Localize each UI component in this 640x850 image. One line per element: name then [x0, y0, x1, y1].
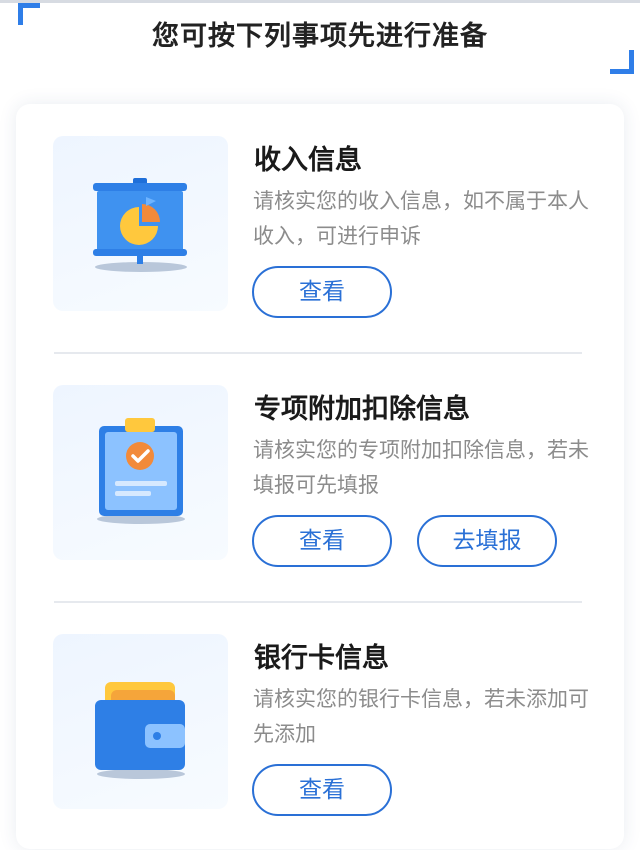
card-title: 收入信息 — [254, 145, 362, 176]
go-fill-report-button[interactable]: 去填报 — [417, 515, 557, 567]
presentation-pie-chart-icon — [53, 136, 228, 311]
card-title: 专项附加扣除信息 — [254, 394, 470, 425]
corner-bracket-bottom-right — [610, 50, 634, 74]
special-deduction-card: 专项附加扣除信息 请核实您的专项附加扣除信息，若未填报可先填报 查看 去填报 — [16, 353, 624, 601]
view-deduction-button[interactable]: 查看 — [252, 515, 392, 567]
card-description: 请核实您的专项附加扣除信息，若未填报可先填报 — [253, 438, 589, 497]
top-border-line — [0, 0, 640, 3]
preparation-items-panel: 收入信息 请核实您的收入信息，如不属于本人收入，可进行申诉 查看 专项附加扣除信… — [16, 104, 624, 849]
wallet-card-icon — [53, 634, 228, 809]
card-description: 请核实您的银行卡信息，若未添加可先添加 — [253, 687, 589, 746]
card-title: 银行卡信息 — [254, 643, 389, 674]
income-info-card: 收入信息 请核实您的收入信息，如不属于本人收入，可进行申诉 查看 — [16, 104, 624, 352]
card-description: 请核实您的收入信息，如不属于本人收入，可进行申诉 — [253, 189, 589, 248]
page-title: 您可按下列事项先进行准备 — [152, 21, 488, 52]
bank-card-info-card: 银行卡信息 请核实您的银行卡信息，若未添加可先添加 查看 — [16, 602, 624, 850]
clipboard-check-icon — [53, 385, 228, 560]
view-bank-card-button[interactable]: 查看 — [252, 764, 392, 816]
view-income-button[interactable]: 查看 — [252, 266, 392, 318]
